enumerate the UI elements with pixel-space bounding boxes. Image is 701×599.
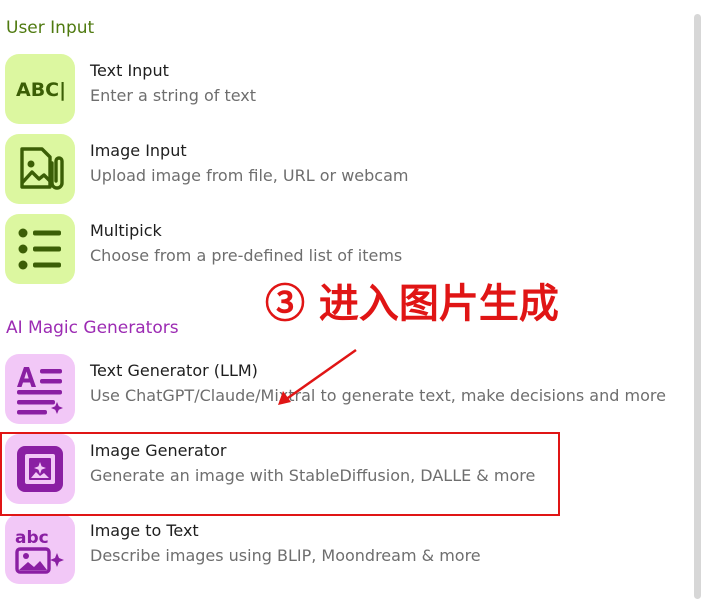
annotation-callout: ③ 进入图片生成	[265, 280, 559, 327]
image-to-text-icon-label: abc	[15, 528, 49, 548]
image-to-text-icon: abc	[5, 514, 75, 584]
item-title: Text Generator (LLM)	[90, 361, 258, 380]
item-description: Enter a string of text	[90, 86, 257, 105]
section-title-user-input: User Input	[6, 18, 95, 38]
node-item-image-input[interactable]: Image Input Upload image from file, URL …	[0, 130, 690, 210]
item-title: Image Input	[90, 141, 187, 160]
image-attach-icon	[5, 134, 75, 204]
item-description: Upload image from file, URL or webcam	[90, 166, 409, 185]
list-icon	[5, 214, 75, 284]
node-item-image-to-text[interactable]: abc Image to Text Describe images using …	[0, 510, 690, 590]
text-input-icon: ABC|	[5, 54, 75, 124]
item-title: Multipick	[90, 221, 162, 240]
item-description: Describe images using BLIP, Moondream & …	[90, 546, 481, 565]
node-item-text-input[interactable]: ABC| Text Input Enter a string of text	[0, 50, 690, 130]
section-title-ai-magic-generators: AI Magic Generators	[6, 318, 179, 338]
item-description: Use ChatGPT/Claude/Mixtral to generate t…	[90, 386, 666, 405]
highlight-box	[0, 432, 560, 516]
item-title: Text Input	[90, 61, 169, 80]
text-sparkle-icon	[5, 354, 75, 424]
item-title: Image to Text	[90, 521, 199, 540]
text-input-icon-label: ABC|	[16, 79, 66, 101]
scrollbar[interactable]	[694, 14, 701, 599]
annotation-arrow	[278, 348, 357, 405]
item-description: Choose from a pre-defined list of items	[90, 246, 403, 265]
